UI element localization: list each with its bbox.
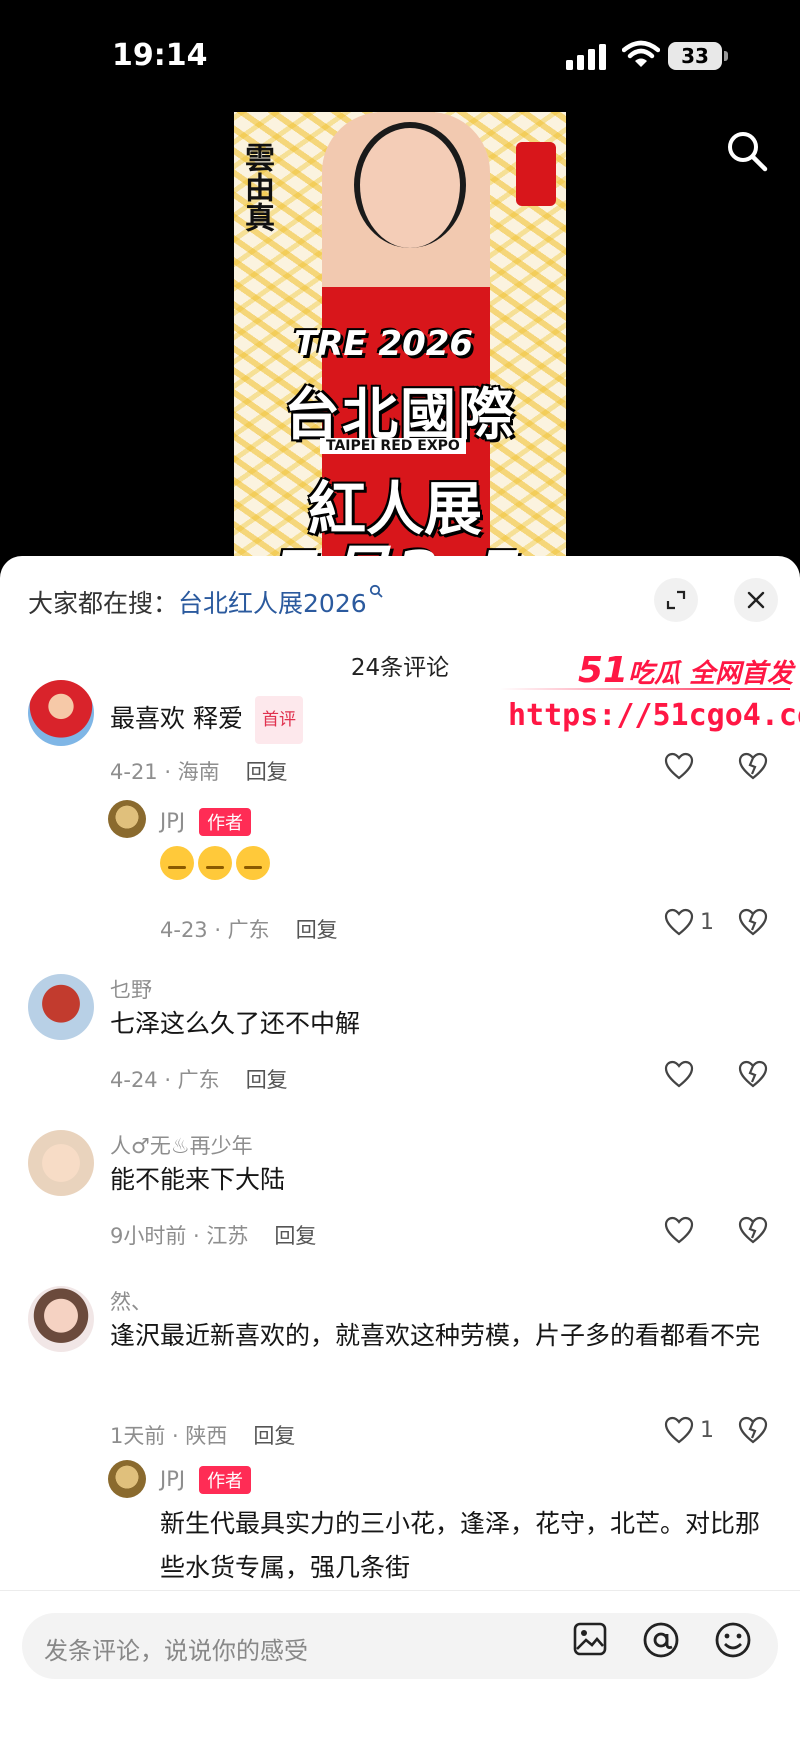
poster-line1: TRE 2026 bbox=[294, 324, 474, 364]
broken-heart-icon[interactable] bbox=[738, 1060, 768, 1088]
close-button[interactable] bbox=[734, 578, 778, 622]
heart-icon bbox=[664, 1216, 694, 1244]
comment-author[interactable]: 然、 bbox=[110, 1286, 152, 1316]
comment-time-location: 1天前 · 陕西 bbox=[110, 1424, 228, 1448]
signal-icon bbox=[566, 44, 606, 70]
wifi-icon bbox=[622, 40, 660, 67]
avatar[interactable] bbox=[28, 680, 94, 746]
reply-emojis bbox=[160, 846, 760, 894]
comments-sheet: 大家都在搜：台北红人展2026 24条评论 51吃瓜 全网首发 https://… bbox=[0, 556, 800, 1738]
poster-seal bbox=[516, 142, 556, 206]
close-icon bbox=[747, 591, 765, 609]
reply-button[interactable]: 回复 bbox=[274, 1224, 316, 1248]
heart-icon bbox=[664, 1416, 694, 1444]
battery-indicator: 33 bbox=[668, 42, 722, 70]
reply-button[interactable]: 回复 bbox=[253, 1424, 295, 1448]
reply-author: JPJ 作者 bbox=[160, 808, 252, 836]
avatar[interactable] bbox=[28, 1286, 94, 1352]
battery-tip bbox=[724, 51, 728, 61]
broken-heart-icon[interactable] bbox=[738, 1416, 768, 1444]
author-badge: 作者 bbox=[199, 1466, 252, 1494]
image-icon[interactable] bbox=[572, 1621, 608, 1657]
comment-time-location: 9小时前 · 江苏 bbox=[110, 1224, 249, 1248]
video-poster[interactable]: 雲由真 TRE 2026 台北國際 TAIPEI RED EXPO 紅人展 7月… bbox=[234, 112, 566, 572]
reply-author-name: JPJ bbox=[160, 1467, 186, 1491]
comment-meta: 4-21 · 海南 回复 bbox=[110, 756, 288, 786]
like-count: 1 bbox=[700, 1417, 714, 1443]
reply-button[interactable]: 回复 bbox=[296, 918, 338, 942]
search-keyword[interactable]: 台北红人展2026 bbox=[178, 589, 367, 618]
comment-input-bar: 发条评论，说说你的感受 bbox=[0, 1590, 800, 1738]
like-button[interactable] bbox=[664, 752, 694, 780]
emoji-icon[interactable] bbox=[714, 1621, 752, 1659]
broken-heart-icon[interactable] bbox=[738, 908, 768, 936]
status-time: 19:14 bbox=[112, 38, 208, 73]
first-comment-badge: 首评 bbox=[254, 696, 303, 744]
heart-icon bbox=[664, 908, 694, 936]
comment-meta: 1天前 · 陕西 回复 bbox=[110, 1420, 295, 1450]
avatar[interactable] bbox=[28, 1130, 94, 1196]
reply-author-name: JPJ bbox=[160, 809, 186, 833]
comment-text-body: 最喜欢 释爱 bbox=[110, 704, 243, 733]
comment-author[interactable]: 乜野 bbox=[110, 974, 152, 1004]
watermark-brand-number: 51 bbox=[578, 650, 629, 691]
like-button[interactable] bbox=[664, 1216, 694, 1244]
search-prefix: 大家都在搜： bbox=[28, 589, 179, 618]
search-icon[interactable] bbox=[726, 130, 768, 172]
reply-author: JPJ 作者 bbox=[160, 1466, 252, 1494]
watermark-line bbox=[500, 688, 790, 690]
comment-author[interactable]: 人♂无♨再少年 bbox=[110, 1130, 253, 1160]
reply-time-location: 4-23 · 广东 bbox=[160, 918, 270, 942]
reply-button[interactable]: 回复 bbox=[246, 1068, 288, 1092]
heart-icon bbox=[664, 752, 694, 780]
like-count: 1 bbox=[700, 909, 714, 935]
broken-heart-icon[interactable] bbox=[738, 1216, 768, 1244]
poster-side-text: 雲由真 bbox=[239, 142, 274, 232]
watermark-brand: 51吃瓜 全网首发 bbox=[578, 650, 793, 691]
reply-button[interactable]: 回复 bbox=[246, 760, 288, 784]
like-button[interactable]: 1 bbox=[664, 1416, 714, 1444]
broken-heart-icon[interactable] bbox=[738, 752, 768, 780]
emoji-icon bbox=[160, 846, 194, 880]
comment-time-location: 4-24 · 广东 bbox=[110, 1068, 220, 1092]
comment-input-placeholder: 发条评论，说说你的感受 bbox=[44, 1637, 308, 1665]
at-icon[interactable] bbox=[642, 1621, 680, 1659]
poster-face bbox=[354, 122, 466, 248]
heart-icon bbox=[664, 1060, 694, 1088]
poster-line3: TAIPEI RED EXPO bbox=[320, 438, 466, 454]
comment-text: 能不能来下大陆 bbox=[110, 1165, 286, 1194]
author-badge: 作者 bbox=[199, 808, 252, 836]
search-icon bbox=[369, 584, 383, 598]
comment-meta: 9小时前 · 江苏 回复 bbox=[110, 1220, 316, 1250]
reply-text: 新生代最具实力的三小花，逢泽，花守，北芒。对比那些水货专属，强几条街 bbox=[160, 1509, 761, 1582]
search-suggestion[interactable]: 大家都在搜：台北红人展2026 bbox=[28, 584, 383, 620]
emoji-icon bbox=[198, 846, 232, 880]
comment-time-location: 4-21 · 海南 bbox=[110, 760, 220, 784]
comment-text: 最喜欢 释爱 首评 bbox=[110, 696, 760, 744]
comment-meta: 4-24 · 广东 回复 bbox=[110, 1064, 288, 1094]
avatar[interactable] bbox=[108, 800, 146, 838]
expand-button[interactable] bbox=[654, 578, 698, 622]
watermark-brand-suffix: 吃瓜 全网首发 bbox=[628, 659, 794, 689]
like-button[interactable]: 1 bbox=[664, 908, 714, 936]
avatar[interactable] bbox=[108, 1460, 146, 1498]
like-button[interactable] bbox=[664, 1060, 694, 1088]
reply-meta: 4-23 · 广东 回复 bbox=[160, 914, 338, 944]
emoji-icon bbox=[236, 846, 270, 880]
expand-icon bbox=[666, 590, 686, 610]
comment-text: 逢沢最近新喜欢的，就喜欢这种劳模，片子多的看都看不完 bbox=[110, 1321, 761, 1350]
comment-text: 七泽这么久了还不中解 bbox=[110, 1009, 361, 1038]
avatar[interactable] bbox=[28, 974, 94, 1040]
status-bar: 19:14 33 bbox=[0, 0, 800, 110]
